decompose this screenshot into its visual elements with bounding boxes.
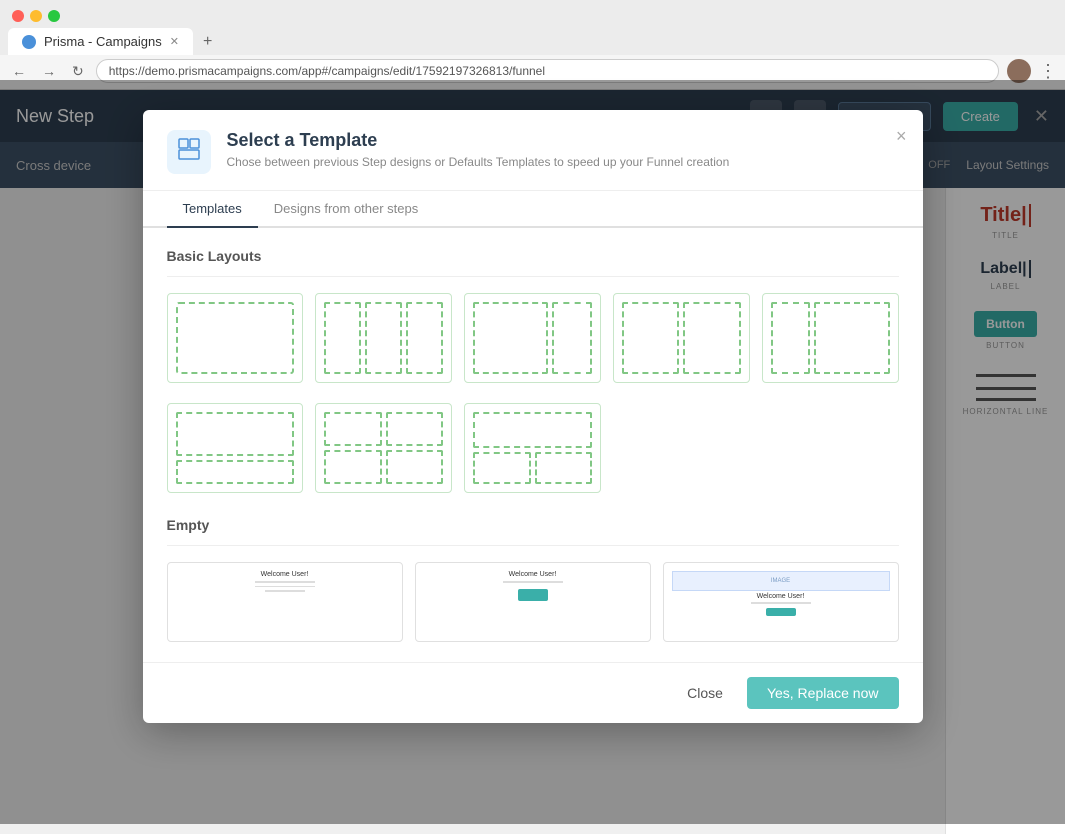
template-welcome-1: Welcome User!	[176, 571, 394, 592]
layout-thirds[interactable]	[315, 293, 452, 383]
bottom-col-2	[535, 452, 592, 484]
col-left	[622, 302, 679, 374]
col-1	[324, 302, 361, 374]
section-divider-2	[167, 545, 899, 546]
basic-layouts-title: Basic Layouts	[167, 248, 899, 264]
traffic-close[interactable]	[12, 10, 24, 22]
col-small	[552, 302, 592, 374]
template-text-3: Welcome User!	[757, 593, 805, 600]
layout-single-inner	[176, 302, 295, 374]
layout-single[interactable]	[167, 293, 304, 383]
layout-right-big[interactable]	[762, 293, 899, 383]
template-line-1b	[255, 586, 315, 588]
browser-menu-button[interactable]: ⋮	[1039, 61, 1057, 82]
row-top	[473, 412, 592, 448]
modal-header-text: Select a Template Chose between previous…	[227, 130, 899, 169]
template-text-2: Welcome User!	[509, 571, 557, 578]
tab-templates[interactable]: Templates	[167, 191, 258, 228]
browser-tab[interactable]: Prisma - Campaigns ✕	[8, 28, 193, 55]
template-button-preview	[518, 589, 548, 601]
modal-icon	[167, 130, 211, 174]
modal-tabs: Templates Designs from other steps	[143, 191, 923, 228]
forward-button[interactable]: →	[38, 61, 60, 81]
layout-split-inner	[473, 302, 592, 374]
template-with-image: IMAGE Welcome User!	[672, 571, 890, 616]
row-small	[176, 460, 295, 484]
traffic-maximize[interactable]	[48, 10, 60, 22]
template-welcome-2: Welcome User!	[424, 571, 642, 601]
replace-button[interactable]: Yes, Replace now	[747, 677, 899, 709]
traffic-minimize[interactable]	[30, 10, 42, 22]
template-line-1c	[265, 590, 305, 592]
modal-body: Basic Layouts	[143, 228, 923, 662]
col-big-right	[814, 302, 889, 374]
template-item-2[interactable]: Welcome User!	[415, 562, 651, 642]
template-line-3a	[751, 602, 811, 604]
modal-footer: Close Yes, Replace now	[143, 662, 923, 723]
col-big	[473, 302, 548, 374]
template-line-1a	[255, 581, 315, 583]
layout-thirds-inner	[324, 302, 443, 374]
row-big	[176, 412, 295, 456]
layout-top-bottom[interactable]	[167, 403, 304, 493]
section-divider-1	[167, 276, 899, 277]
tab-title: Prisma - Campaigns	[44, 34, 162, 49]
modal-overlay: Select a Template Chose between previous…	[0, 80, 1065, 824]
browser-chrome: Prisma - Campaigns ✕ + ← → ↻ https://dem…	[0, 0, 1065, 90]
template-image-block: IMAGE	[672, 571, 890, 591]
close-button[interactable]: Close	[673, 679, 737, 707]
col-2	[365, 302, 402, 374]
modal-title: Select a Template	[227, 130, 899, 151]
layout-right-big-inner	[771, 302, 890, 374]
layout-grid-2x2[interactable]	[315, 403, 452, 493]
new-tab-button[interactable]: +	[197, 31, 218, 53]
layout-top-row-bottom-inner	[473, 412, 592, 484]
url-text: https://demo.prismacampaigns.com/app#/ca…	[109, 64, 545, 78]
tab-favicon	[22, 35, 36, 49]
reload-button[interactable]: ↻	[68, 61, 88, 82]
col-small-left	[771, 302, 811, 374]
cell-bl	[324, 450, 381, 484]
cell-tr	[386, 412, 443, 446]
layouts-grid-row1	[167, 293, 899, 383]
layout-top-row-bottom[interactable]	[464, 403, 601, 493]
cell-br	[386, 450, 443, 484]
cell-tl	[324, 412, 381, 446]
col-3	[406, 302, 443, 374]
modal-subtitle: Chose between previous Step designs or D…	[227, 155, 899, 169]
template-text-1: Welcome User!	[261, 571, 309, 578]
layout-left-big[interactable]	[464, 293, 601, 383]
template-icon	[177, 137, 201, 167]
empty-section-title: Empty	[167, 517, 899, 533]
bottom-col-1	[473, 452, 530, 484]
layout-halves[interactable]	[613, 293, 750, 383]
modal-close-button[interactable]: ×	[896, 126, 907, 147]
back-button[interactable]: ←	[8, 61, 30, 81]
template-item-3[interactable]: IMAGE Welcome User!	[663, 562, 899, 642]
modal-header: Select a Template Chose between previous…	[143, 110, 923, 191]
col-right	[683, 302, 740, 374]
template-line-2a	[503, 581, 563, 583]
layout-grid2x2-inner	[324, 412, 443, 484]
tab-close-icon[interactable]: ✕	[170, 35, 179, 48]
tab-designs-from-other-steps[interactable]: Designs from other steps	[258, 191, 435, 228]
layout-halves-inner	[622, 302, 741, 374]
layouts-grid-row2	[167, 403, 899, 493]
template-small-button	[766, 608, 796, 616]
template-item-1[interactable]: Welcome User!	[167, 562, 403, 642]
row-bottom	[473, 452, 592, 484]
templates-grid: Welcome User! Welcome User! IMA	[167, 562, 899, 642]
modal: Select a Template Chose between previous…	[143, 110, 923, 723]
layout-top-bottom-inner	[176, 412, 295, 484]
